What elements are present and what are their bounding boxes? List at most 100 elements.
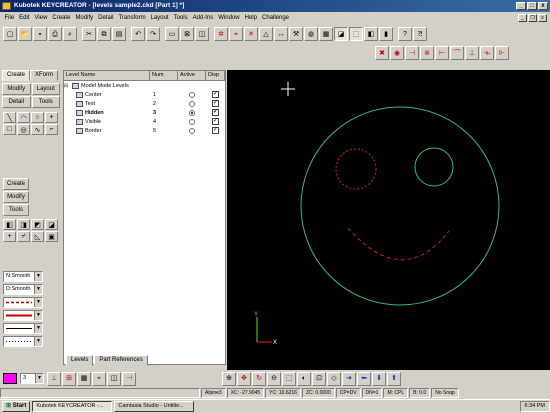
mdi-close-button[interactable]: x xyxy=(538,14,547,22)
filter-icon[interactable]: ✕ xyxy=(244,27,258,41)
start-button[interactable]: ⊞ Start xyxy=(2,401,31,412)
level-active-radio[interactable] xyxy=(189,91,195,98)
tab-levels[interactable]: Levels xyxy=(66,355,94,366)
triangle-icon[interactable]: △ xyxy=(259,27,273,41)
print-preview-icon[interactable]: ⌕ xyxy=(63,27,77,41)
level-display-checkbox[interactable]: ✓ xyxy=(212,91,219,98)
level-display-checkbox[interactable]: ✓ xyxy=(212,118,219,125)
level-active-radio[interactable] xyxy=(189,118,195,125)
arrow-down-icon[interactable]: ⬇ xyxy=(372,371,386,386)
add-icon[interactable]: + xyxy=(3,231,16,242)
arrow-up-icon[interactable]: ⬆ xyxy=(387,371,401,386)
wrench-icon[interactable]: ⚒ xyxy=(289,27,303,41)
point-icon[interactable]: ◉ xyxy=(390,46,404,60)
col-active[interactable]: Active xyxy=(178,71,206,80)
cube-icon[interactable]: ⬚ xyxy=(349,27,363,41)
copy-icon[interactable]: ⧉ xyxy=(97,27,111,41)
drawing-viewport[interactable]: Y X xyxy=(227,70,550,370)
minimize-button[interactable]: _ xyxy=(516,2,526,10)
spline-icon[interactable]: ∿ xyxy=(31,124,44,135)
select-icon[interactable]: ⌖ xyxy=(229,27,243,41)
save-icon[interactable]: ▪ xyxy=(33,27,47,41)
grid-icon[interactable]: ▦ xyxy=(319,27,333,41)
menu-tools[interactable]: Tools xyxy=(171,12,190,24)
menu-layout[interactable]: Layout xyxy=(148,12,171,24)
dimension-icon[interactable]: ↔ xyxy=(274,27,288,41)
paste-icon[interactable]: ▤ xyxy=(112,27,126,41)
display-smoothing-dropdown[interactable]: D:Smooth ▼ xyxy=(3,284,43,295)
tools-button[interactable]: Tools xyxy=(31,96,60,108)
properties-icon[interactable]: ▮ xyxy=(379,27,393,41)
open-file-icon[interactable]: 📂 xyxy=(18,27,32,41)
task-camtasia[interactable]: Camtasia Studio - Untitle... xyxy=(114,401,195,412)
zoom-all-icon[interactable]: ◫ xyxy=(195,27,209,41)
maximize-button[interactable]: □ xyxy=(527,2,537,10)
snap-tool-icon[interactable]: ⌖ xyxy=(92,371,106,386)
cut-icon[interactable]: ✂ xyxy=(82,27,96,41)
tools-secondary-button[interactable]: Tools xyxy=(3,204,29,216)
pattern-dropdown[interactable]: ▼ xyxy=(3,336,43,347)
level-row[interactable]: Visible 4 ✓ xyxy=(64,117,225,126)
undo-icon[interactable]: ↶ xyxy=(131,27,145,41)
left-eye-circle[interactable] xyxy=(335,148,377,190)
modify-secondary-button[interactable]: Modify xyxy=(3,191,29,203)
ortho-tool-icon[interactable]: ⊣ xyxy=(122,371,136,386)
pen-dropdown[interactable]: ▼ xyxy=(3,323,43,334)
shade-icon[interactable]: ◧ xyxy=(364,27,378,41)
fillet-icon[interactable]: ⌐ xyxy=(45,124,58,135)
wire-view-icon[interactable]: ◇ xyxy=(327,371,341,386)
polygon-icon[interactable]: ◎ xyxy=(17,124,30,135)
face-circle[interactable] xyxy=(300,106,500,306)
axis-tool-icon[interactable]: ⊥ xyxy=(47,371,61,386)
parallel-icon[interactable]: ⊩ xyxy=(495,46,509,60)
arrow-right-icon[interactable]: ➜ xyxy=(342,371,356,386)
tab-create[interactable]: Create xyxy=(2,70,31,81)
level-row[interactable]: Center 1 ✓ xyxy=(64,90,225,99)
level-active-radio[interactable] xyxy=(189,127,195,134)
solid-revolve-icon[interactable]: ◩ xyxy=(31,219,44,230)
arc-icon[interactable]: ⌒ xyxy=(450,46,464,60)
intersect-icon[interactable]: ✖ xyxy=(375,46,389,60)
rectangle-icon[interactable]: □ xyxy=(3,124,16,135)
iso-view-icon[interactable]: ⬚ xyxy=(282,371,296,386)
layer-tool-icon[interactable]: ◫ xyxy=(107,371,121,386)
perp-icon[interactable]: ⟛ xyxy=(480,46,494,60)
zoom-fit-icon[interactable]: ⊡ xyxy=(312,371,326,386)
close-button[interactable]: x xyxy=(538,2,548,10)
view-icon[interactable]: ◪ xyxy=(334,27,348,41)
menu-transform[interactable]: Transform xyxy=(116,12,148,24)
solid-sweep-icon[interactable]: ◪ xyxy=(45,219,58,230)
col-num[interactable]: Num xyxy=(150,71,178,80)
line-smoothing-dropdown[interactable]: N:Smooth ▼ xyxy=(3,271,43,282)
menu-window[interactable]: Window xyxy=(216,12,242,24)
tab-xform[interactable]: XForm xyxy=(30,70,59,81)
levels-root-row[interactable]: ⊟ Model Mode Levels xyxy=(64,81,225,90)
smile-arc[interactable] xyxy=(347,227,450,261)
task-keycreator[interactable]: Kubotek KEYCREATOR -... xyxy=(32,401,113,412)
line-icon[interactable]: ╲ xyxy=(3,112,16,123)
trim-icon[interactable]: ⌿ xyxy=(17,231,30,242)
circle-icon[interactable]: ○ xyxy=(31,112,44,123)
plus-icon[interactable]: + xyxy=(45,112,58,123)
line-width-dropdown[interactable]: ▼ xyxy=(3,310,43,321)
zoom-in-icon[interactable]: ⊕ xyxy=(222,371,236,386)
context-help-icon[interactable]: ⁈ xyxy=(413,27,427,41)
color-swatch[interactable] xyxy=(3,373,17,384)
pan-icon[interactable]: ✥ xyxy=(237,371,251,386)
print-icon[interactable]: ⎙ xyxy=(48,27,62,41)
level-display-checkbox[interactable]: ✓ xyxy=(212,127,219,134)
center-icon[interactable]: ⊚ xyxy=(420,46,434,60)
menu-edit[interactable]: Edit xyxy=(17,12,32,24)
window-icon[interactable]: ▭ xyxy=(165,27,179,41)
collapse-icon[interactable]: ⊟ xyxy=(64,83,70,89)
menu-view[interactable]: View xyxy=(32,12,50,24)
right-eye-circle[interactable] xyxy=(414,147,454,187)
arrow-left-icon[interactable]: ⬅ xyxy=(357,371,371,386)
view-tool-icon[interactable]: ⊞ xyxy=(62,371,76,386)
level-display-checkbox[interactable]: ✓ xyxy=(212,100,219,107)
drawing-canvas[interactable]: Y X xyxy=(227,70,550,370)
level-active-radio[interactable] xyxy=(189,109,195,116)
shell-icon[interactable]: ▣ xyxy=(45,231,58,242)
tangent-icon[interactable]: ⊥ xyxy=(465,46,479,60)
arc-tool-icon[interactable]: ◠ xyxy=(17,112,30,123)
